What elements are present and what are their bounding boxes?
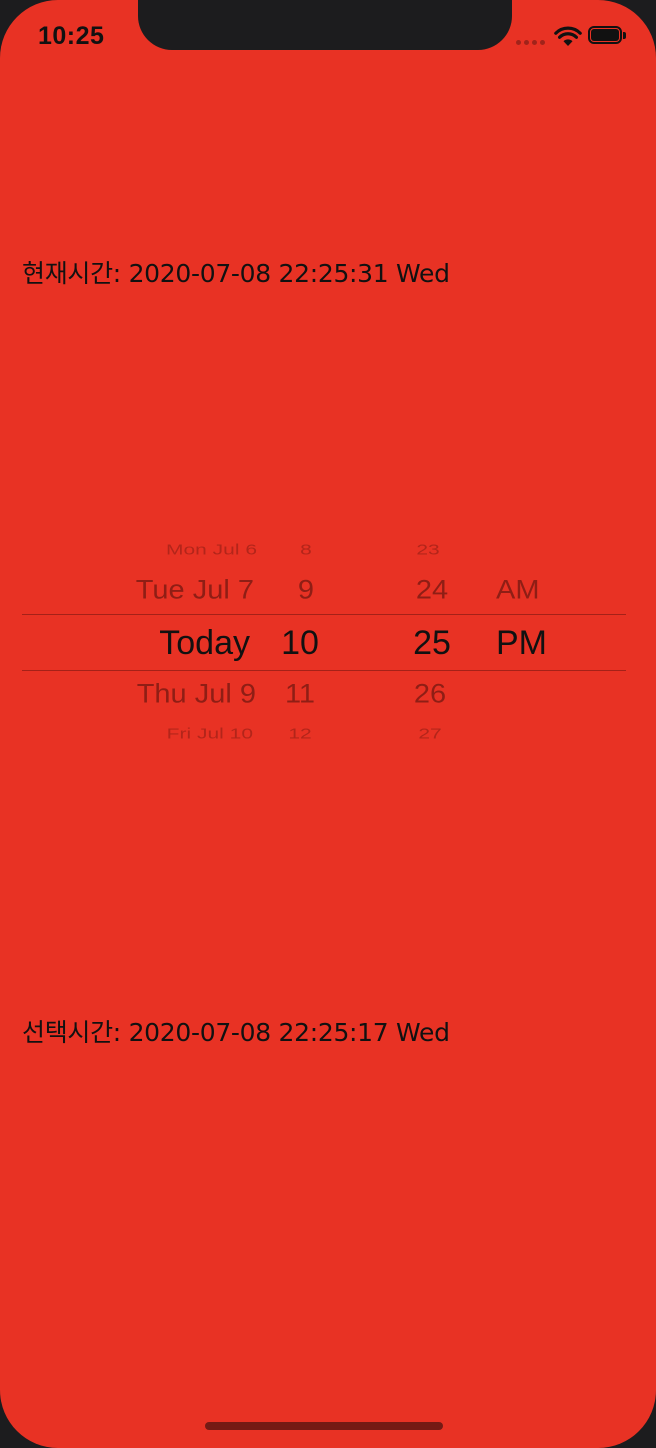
- device-notch: [138, 0, 512, 50]
- picker-ampm-option[interactable]: AM: [496, 575, 540, 605]
- picker-day-option[interactable]: Mon Jul 6: [166, 541, 257, 558]
- picker-day-selected[interactable]: Today: [159, 624, 250, 663]
- picker-minute-selected[interactable]: 25: [397, 624, 467, 663]
- date-time-picker[interactable]: Mon Jul 6 Tue Jul 7 Today Thu Jul 9 Fri …: [22, 532, 626, 748]
- picker-day-option[interactable]: Thu Jul 9: [137, 679, 256, 709]
- selected-time-label: 선택시간: 2020-07-08 22:25:17 Wed: [22, 1018, 450, 1047]
- current-time-label: 현재시간: 2020-07-08 22:25:31 Wed: [22, 259, 450, 288]
- picker-hour-option[interactable]: 12: [265, 725, 335, 742]
- home-indicator[interactable]: [205, 1422, 443, 1430]
- picker-hour-option[interactable]: 11: [265, 679, 335, 709]
- picker-hour-option[interactable]: 9: [271, 575, 341, 605]
- picker-minute-option[interactable]: 26: [395, 679, 465, 709]
- picker-hour-selected[interactable]: 10: [265, 624, 335, 663]
- picker-minute-option[interactable]: 23: [393, 541, 463, 558]
- picker-minute-option[interactable]: 27: [395, 725, 465, 742]
- picker-selection-line-bottom: [22, 670, 626, 671]
- picker-hour-option[interactable]: 8: [271, 541, 341, 558]
- status-bar-indicators: [516, 24, 632, 50]
- status-bar-time: 10:25: [38, 22, 105, 50]
- picker-minute-option[interactable]: 24: [397, 575, 467, 605]
- phone-screen: 10:25 현재시간: 2020-07-08 22:25:31 Wed Mon …: [0, 0, 656, 1448]
- battery-icon: [588, 26, 630, 46]
- wifi-icon: [554, 26, 582, 46]
- cellular-signal-icon: [516, 40, 548, 46]
- picker-day-option[interactable]: Tue Jul 7: [136, 575, 254, 605]
- picker-ampm-selected[interactable]: PM: [496, 624, 547, 663]
- picker-selection-line-top: [22, 614, 626, 615]
- picker-day-option[interactable]: Fri Jul 10: [167, 725, 253, 742]
